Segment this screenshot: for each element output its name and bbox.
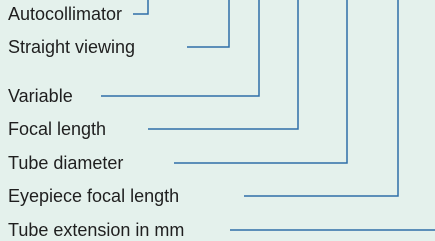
- leader-line-tube-diameter: [174, 0, 348, 164]
- label-eyepiece-focal-length: Eyepiece focal length: [8, 186, 180, 206]
- leader-line-eyepiece-focal-length: [244, 0, 399, 197]
- label-variable: Variable: [8, 86, 73, 106]
- leader-line-focal-length: [148, 0, 299, 130]
- callout-diagram: Autocollimator Straight viewing Variable…: [0, 0, 435, 241]
- label-tube-diameter: Tube diameter: [8, 153, 124, 173]
- label-focal-length: Focal length: [8, 119, 107, 139]
- leader-line-straight-viewing: [187, 0, 230, 48]
- label-autocollimator: Autocollimator: [8, 4, 123, 24]
- label-tube-extension: Tube extension in mm: [8, 220, 185, 240]
- label-straight-viewing: Straight viewing: [8, 37, 136, 57]
- leader-line-autocollimator: [133, 0, 149, 15]
